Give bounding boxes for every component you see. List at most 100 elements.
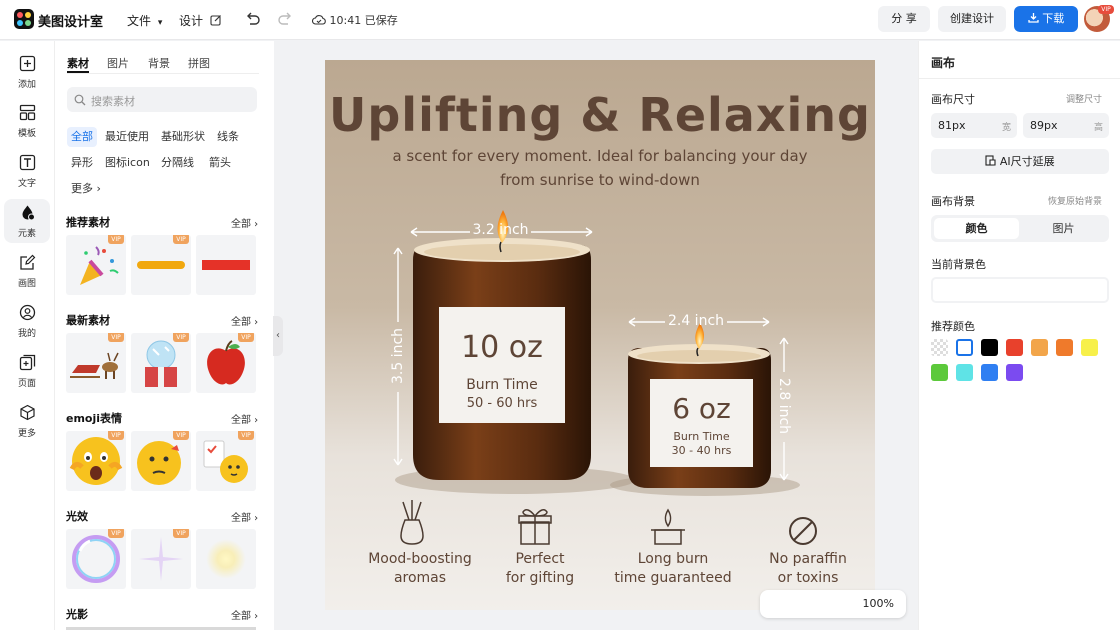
asset-thumb-apple[interactable]: VIP bbox=[196, 333, 256, 393]
swatch-light-orange[interactable] bbox=[1031, 339, 1048, 356]
download-button[interactable]: 下载 bbox=[1014, 6, 1078, 32]
tab-bg-image[interactable]: 图片 bbox=[1021, 218, 1106, 239]
section-view-all[interactable]: 全部 › bbox=[231, 215, 258, 230]
design-title: Uplifting & Relaxing bbox=[329, 88, 871, 142]
app-logo[interactable] bbox=[14, 9, 34, 29]
tab-bg-color[interactable]: 颜色 bbox=[934, 218, 1019, 239]
asset-thumb-sparkle[interactable]: VIP bbox=[131, 529, 191, 589]
plus-square-icon bbox=[19, 55, 36, 72]
section-view-all[interactable]: 全部 › bbox=[231, 607, 258, 622]
user-icon bbox=[19, 304, 36, 321]
thinking-emoji bbox=[137, 441, 181, 485]
zoom-control[interactable]: 100% bbox=[760, 590, 906, 618]
rail-label: 模板 bbox=[17, 129, 36, 139]
chip-arrows[interactable]: 箭头 bbox=[205, 153, 235, 173]
swatch-blue[interactable] bbox=[981, 364, 998, 381]
tab-collage[interactable]: 拼图 bbox=[188, 55, 210, 71]
asset-thumb-bubble[interactable]: VIP bbox=[66, 529, 126, 589]
canvas-width-field[interactable]: 81px 宽 bbox=[931, 113, 1017, 138]
sparkle-image bbox=[139, 537, 183, 581]
feature-2-line1: Perfect bbox=[515, 551, 565, 567]
swatch-cyan[interactable] bbox=[956, 364, 973, 381]
width-unit: 宽 bbox=[1001, 123, 1011, 133]
iridescent-bubble-image bbox=[72, 535, 120, 583]
canvas-background-title: 画布背景 bbox=[931, 195, 975, 208]
undo-icon[interactable] bbox=[244, 10, 262, 28]
asset-thumb-party-popper[interactable]: VIP bbox=[66, 235, 126, 295]
swatch-red[interactable] bbox=[1006, 339, 1023, 356]
chip-lines[interactable]: 线条 bbox=[213, 127, 243, 147]
vip-badge: VIP bbox=[108, 529, 124, 538]
rail-item-elements[interactable]: 元素 bbox=[4, 199, 50, 243]
rail-item-page[interactable]: 页面 bbox=[4, 349, 50, 393]
adjust-size-link[interactable]: 调整尺寸 bbox=[1066, 92, 1102, 105]
design-canvas[interactable]: Uplifting & Relaxing a scent for every m… bbox=[325, 60, 875, 610]
tab-materials[interactable]: 素材 bbox=[67, 55, 89, 71]
view-all-label: 全部 bbox=[231, 513, 251, 524]
left-rail: 添加 模板 文字 元素 画图 我的 页面 更多 bbox=[0, 41, 55, 630]
asset-thumb-snow-globe[interactable]: VIP bbox=[131, 333, 191, 393]
ai-resize-icon bbox=[985, 155, 996, 166]
rail-item-more[interactable]: 更多 bbox=[4, 399, 50, 443]
create-design-button[interactable]: 创建设计 bbox=[938, 6, 1006, 32]
design-menu[interactable]: 设计 bbox=[179, 12, 222, 29]
swatch-green[interactable] bbox=[931, 364, 948, 381]
view-all-label: 全部 bbox=[231, 219, 251, 230]
section-title: 推荐素材 bbox=[66, 216, 110, 229]
chip-basic-shapes[interactable]: 基础形状 bbox=[157, 127, 209, 147]
share-button[interactable]: 分 享 bbox=[878, 6, 930, 32]
rail-item-template[interactable]: 模板 bbox=[4, 99, 50, 143]
section-view-all[interactable]: 全部 › bbox=[231, 509, 258, 524]
chip-all[interactable]: 全部 bbox=[67, 127, 97, 147]
collapse-panel-button[interactable]: ‹ bbox=[273, 316, 283, 356]
section-view-all[interactable]: 全部 › bbox=[231, 313, 258, 328]
chip-icons[interactable]: 图标icon bbox=[101, 153, 154, 173]
tab-images[interactable]: 图片 bbox=[107, 55, 129, 71]
rail-item-text[interactable]: 文字 bbox=[4, 149, 50, 193]
feature-2-line2: for gifting bbox=[505, 570, 575, 586]
chip-dividers[interactable]: 分隔线 bbox=[157, 153, 198, 173]
asset-thumb-glow[interactable] bbox=[196, 529, 256, 589]
asset-thumb-thinking-emoji[interactable]: VIP bbox=[131, 431, 191, 491]
chip-more-label: 更多 bbox=[71, 182, 93, 195]
draw-icon bbox=[20, 254, 36, 270]
swatch-transparent[interactable] bbox=[931, 339, 948, 356]
tab-backgrounds[interactable]: 背景 bbox=[148, 55, 170, 71]
canvas-height-field[interactable]: 89px 高 bbox=[1023, 113, 1109, 138]
restore-background-link[interactable]: 恢复原始背景 bbox=[1048, 194, 1102, 207]
rail-item-mine[interactable]: 我的 bbox=[4, 299, 50, 343]
swatch-purple[interactable] bbox=[1006, 364, 1023, 381]
red-apple-image bbox=[207, 340, 245, 385]
feature-4-line1: No paraffin bbox=[769, 551, 847, 567]
search-placeholder: 搜索素材 bbox=[91, 95, 135, 108]
redo-icon[interactable] bbox=[276, 10, 294, 28]
asset-thumb-checklist-emoji[interactable]: VIP bbox=[196, 431, 256, 491]
swatch-yellow[interactable] bbox=[1081, 339, 1098, 356]
chip-special-shapes[interactable]: 异形 bbox=[67, 153, 97, 173]
current-bg-color-field[interactable] bbox=[931, 277, 1109, 303]
ai-extend-label: AI尺寸延展 bbox=[999, 155, 1055, 168]
swatch-orange[interactable] bbox=[1056, 339, 1073, 356]
large-burn-label: Burn Time bbox=[466, 377, 538, 393]
rail-label: 我的 bbox=[17, 329, 36, 339]
chip-recent[interactable]: 最近使用 bbox=[101, 127, 153, 147]
rail-item-draw[interactable]: 画图 bbox=[4, 249, 50, 293]
section-view-all[interactable]: 全部 › bbox=[231, 411, 258, 426]
inspector-divider bbox=[919, 78, 1120, 79]
rail-item-add[interactable]: 添加 bbox=[4, 50, 50, 94]
asset-thumb-red-bar[interactable] bbox=[196, 235, 256, 295]
asset-thumb-scared-emoji[interactable]: VIP bbox=[66, 431, 126, 491]
file-menu[interactable]: 文件 ▾ bbox=[127, 12, 162, 29]
asset-thumb-sleigh[interactable]: VIP bbox=[66, 333, 126, 393]
chip-more[interactable]: 更多 › bbox=[67, 179, 105, 199]
search-input[interactable]: 搜索素材 bbox=[67, 87, 257, 112]
canvas-size-title: 画布尺寸 bbox=[931, 93, 975, 106]
party-popper-image bbox=[80, 246, 119, 285]
yellow-brush-stroke bbox=[137, 261, 185, 269]
reindeer-sleigh-image bbox=[70, 352, 119, 379]
width-value: 81px bbox=[938, 119, 966, 132]
ai-size-extend-button[interactable]: AI尺寸延展 bbox=[931, 149, 1109, 174]
swatch-black[interactable] bbox=[981, 339, 998, 356]
asset-thumb-yellow-stroke[interactable]: VIP bbox=[131, 235, 191, 295]
swatch-white[interactable] bbox=[956, 339, 973, 356]
